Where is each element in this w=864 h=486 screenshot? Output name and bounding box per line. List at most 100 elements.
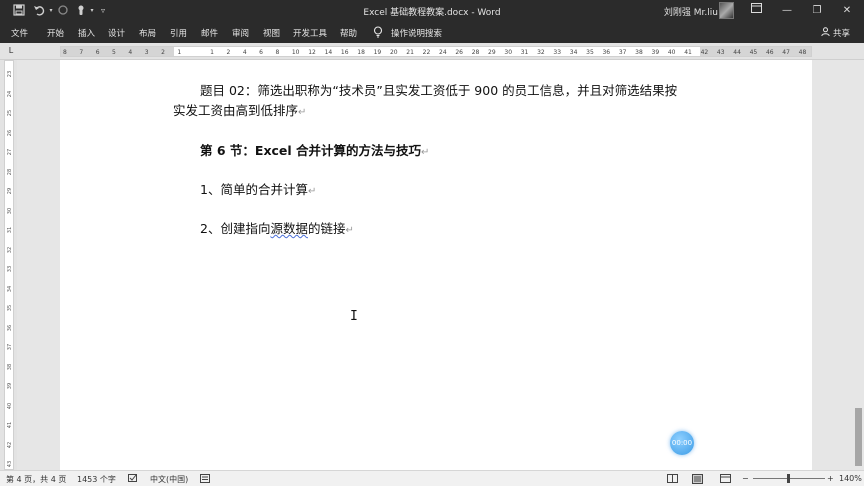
ruler-tick-label: 29 (488, 49, 496, 56)
ruler-tick-label: 45 (749, 49, 758, 56)
ruler-tick-label: 31 (520, 49, 529, 56)
lightbulb-icon[interactable] (373, 26, 383, 38)
scrollbar-thumb[interactable] (855, 408, 862, 466)
ruler-tick-label: 8 (275, 49, 280, 56)
section-heading[interactable]: 第 6 节：Excel 合并计算的方法与技巧↵ (200, 140, 429, 159)
ruler-tick-label: 37 (618, 49, 627, 56)
tab-references[interactable]: 引用 (170, 27, 187, 39)
ruler-tick-label: 3 (144, 49, 149, 56)
ruler-tick-label: 2 (161, 49, 165, 56)
tab-home[interactable]: 开始 (47, 27, 64, 39)
word-count[interactable]: 1453 个字 (77, 474, 116, 485)
ruler-tick-label: 34 (569, 49, 578, 56)
language-indicator[interactable]: 中文(中国) (150, 474, 188, 485)
tab-view[interactable]: 视图 (263, 27, 280, 39)
ruler-tick-label: 1 (177, 49, 182, 56)
tab-layout[interactable]: 布局 (139, 27, 156, 39)
vertical-ruler[interactable]: 23 24 25 26 27 28 29 30 31 32 33 34 35 36 37 38 39 40 41 42… (0, 60, 17, 470)
ruler-tick-label: 30 (504, 49, 513, 56)
vertical-ruler-label: 35 (7, 305, 13, 312)
vertical-ruler-label: 28 (7, 168, 13, 175)
tab-developer[interactable]: 开发工具 (293, 27, 327, 39)
ruler-tick-label: 6 (95, 49, 100, 56)
recording-timer[interactable]: 00:00 (670, 431, 694, 455)
status-bar: 第 4 页，共 4 页 1453 个字 中文(中国) − + 140% (0, 470, 864, 486)
vertical-ruler-label: 32 (7, 246, 13, 253)
vertical-ruler-label: 23 (7, 70, 13, 78)
ruler-tick-label: 8 (63, 49, 67, 56)
vertical-ruler-label: 30 (7, 207, 13, 214)
ruler-tick-label: 39 (651, 49, 660, 56)
document-area[interactable]: 题目 02：筛选出职称为“技术员”且实发工资低于 900 的员工信息，并且对筛选… (17, 60, 853, 470)
print-layout-icon[interactable] (692, 474, 703, 486)
page-indicator[interactable]: 第 4 页，共 4 页 (6, 474, 66, 485)
close-button[interactable]: ✕ (836, 3, 858, 19)
ruler-tick-label: 18 (357, 49, 365, 56)
web-layout-icon[interactable] (720, 474, 731, 485)
ruler-tick-label: 7 (79, 49, 84, 56)
zoom-out-button[interactable]: − (742, 474, 749, 483)
tab-file[interactable]: 文件 (11, 27, 28, 39)
ruler-tick-label: 4 (128, 49, 133, 56)
ruler-tick-label: 2 (226, 49, 231, 56)
paragraph-question-line1[interactable]: 题目 02：筛选出职称为“技术员”且实发工资低于 900 的员工信息，并且对筛选… (200, 80, 677, 99)
zoom-slider-thumb[interactable] (787, 474, 790, 483)
share-button[interactable]: 共享 (821, 27, 850, 39)
ruler-tick-label: 14 (324, 49, 333, 56)
ribbon-display-icon[interactable] (745, 3, 767, 19)
tab-help[interactable]: 帮助 (340, 27, 357, 39)
paragraph-mark: ↵ (307, 186, 317, 197)
minimize-button[interactable]: — (776, 3, 798, 19)
vertical-ruler-label: 31 (7, 227, 13, 234)
title-bar: ▾ ▾ ▿ Excel 基础教程教案.docx - Word 刘刚强 Mr.li… (0, 0, 864, 22)
vertical-ruler-label: 43 (7, 461, 13, 468)
ruler-tick-label: 26 (455, 49, 463, 56)
zoom-level[interactable]: 140% (839, 474, 862, 483)
tell-me-search[interactable]: 操作说明搜索 (391, 27, 442, 39)
customize-icon[interactable]: ▿ (96, 4, 110, 18)
vertical-ruler-label: 38 (7, 363, 13, 371)
list-item-simple-consolidation[interactable]: 1、简单的合并计算↵ (200, 179, 316, 198)
paragraph-mark: ↵ (345, 225, 354, 236)
user-name[interactable]: 刘刚强 Mr.liu (664, 5, 718, 18)
restore-button[interactable]: ❐ (806, 3, 828, 19)
horizontal-ruler[interactable]: L 8 7 6 5 4 3 2 1 1 2 4 6 8 10 12 14 16 18 19 20 21 22 24 26 28 2… (0, 43, 864, 60)
avatar[interactable] (719, 2, 734, 19)
ruler-tick-label: 19 (373, 49, 382, 56)
vertical-ruler-label: 41 (7, 422, 13, 429)
ruler-tick-label: 32 (537, 49, 545, 56)
tab-review[interactable]: 审阅 (232, 27, 249, 39)
read-mode-icon[interactable] (667, 474, 678, 485)
share-label: 共享 (832, 29, 850, 39)
person-icon (821, 27, 830, 37)
ruler-tick-label: 12 (308, 49, 316, 56)
vertical-ruler-label: 39 (7, 383, 13, 390)
tab-insert[interactable]: 插入 (78, 27, 95, 39)
ribbon-tabs: 文件 开始 插入 设计 布局 引用 邮件 审阅 视图 开发工具 帮助 操作说明搜… (0, 22, 864, 43)
ruler-tick-label: 33 (553, 49, 562, 56)
vertical-ruler-label: 33 (7, 266, 13, 273)
zoom-in-button[interactable]: + (827, 474, 834, 483)
macro-record-icon[interactable] (200, 474, 210, 485)
ruler-tick-label: 24 (439, 49, 447, 56)
ruler-tick-label: 36 (602, 49, 611, 56)
proofing-squiggle[interactable]: 源数据 (270, 221, 308, 236)
paragraph-question-line2[interactable]: 实发工资由高到低排序↵ (173, 100, 306, 119)
document-page[interactable]: 题目 02：筛选出职称为“技术员”且实发工资低于 900 的员工信息，并且对筛选… (60, 60, 812, 470)
vertical-scrollbar[interactable] (853, 60, 864, 470)
ruler-tick-label: 43 (716, 49, 725, 56)
tab-mailings[interactable]: 邮件 (201, 27, 218, 39)
redo-icon[interactable] (56, 4, 70, 18)
vertical-ruler-label: 25 (7, 109, 13, 117)
text-cursor-icon: I (350, 309, 358, 324)
list-item-create-link[interactable]: 2、创建指向源数据的链接↵ (200, 218, 354, 237)
tab-design[interactable]: 设计 (108, 27, 125, 39)
ruler-tick-label: 42 (700, 49, 709, 56)
save-icon[interactable] (12, 4, 26, 18)
proofing-icon[interactable] (128, 474, 138, 485)
ruler-tick-label: 40 (667, 49, 676, 56)
ruler-tick-label: 1 (210, 49, 214, 56)
ruler-tick-label: 6 (259, 49, 263, 56)
vertical-ruler-label: 27 (7, 148, 13, 156)
tab-selector[interactable]: L (6, 46, 16, 57)
